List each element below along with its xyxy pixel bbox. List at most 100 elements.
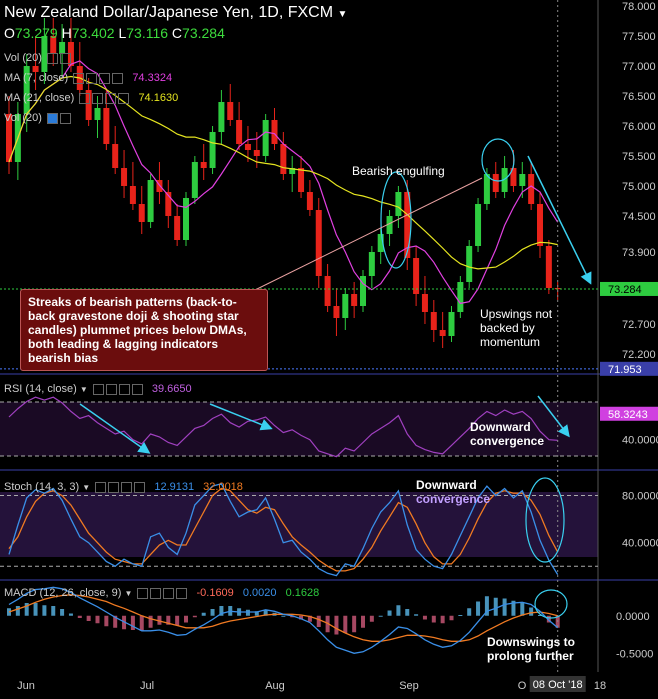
settings-icon[interactable] — [150, 587, 162, 599]
settings-icon[interactable] — [86, 72, 98, 84]
macd-tick-label: 0.0000 — [616, 611, 650, 623]
symbol-title[interactable]: New Zealand Dollar/Japanese Yen, 1D, FXC… — [4, 4, 347, 22]
settings-icon[interactable] — [59, 52, 71, 64]
ma7-value: 74.3324 — [132, 72, 173, 84]
stoch-divergence-label: Downward convergence — [416, 478, 491, 506]
candle-body — [244, 144, 251, 150]
engulfing-label: Bearish engulfing — [352, 164, 445, 178]
x-tick-label: Jul — [140, 680, 154, 692]
add-icon[interactable] — [118, 383, 130, 395]
candle-body — [209, 132, 216, 168]
chevron-down-icon[interactable]: ▼ — [80, 385, 88, 394]
chevron-down-icon[interactable]: ▼ — [338, 9, 348, 20]
vol2-legend[interactable]: Vol (20) — [4, 112, 71, 124]
candle-body — [483, 174, 490, 204]
candle-body — [306, 192, 313, 210]
candle-body — [138, 204, 145, 222]
add-icon[interactable] — [99, 72, 111, 84]
close-icon[interactable] — [131, 383, 143, 395]
macd-histogram-bar — [467, 608, 472, 616]
macd-histogram-bar — [210, 609, 215, 616]
macd-legend[interactable]: MACD (12, 26, close, 9) ▼ -0.1609 0.0020… — [4, 587, 319, 599]
settings-icon[interactable] — [92, 92, 104, 104]
price-tick-label: 78.000 — [622, 1, 656, 13]
macd-signal-value: 0.0020 — [242, 587, 277, 599]
macd-histogram-bar — [343, 615, 348, 633]
macd-histogram-bar — [184, 615, 188, 623]
candle-body — [298, 168, 305, 192]
add-icon[interactable] — [105, 92, 117, 104]
add-icon[interactable] — [121, 481, 133, 493]
macd-histogram-bar — [493, 597, 498, 616]
candle-body — [448, 312, 455, 336]
candle-body — [103, 108, 110, 144]
high-value: 73.402 — [71, 25, 115, 41]
candle-body — [492, 174, 499, 192]
candle-body — [395, 192, 402, 216]
ma7-legend[interactable]: MA (7, close) 74.3324 — [4, 72, 172, 84]
close-icon[interactable] — [112, 72, 124, 84]
upswings-label: Upswings not backed by momentum — [480, 307, 553, 349]
candle-body — [368, 252, 375, 276]
current-date-tag: 08 Oct '18 — [533, 679, 583, 691]
price-tick-label: 75.000 — [622, 181, 656, 193]
close-icon[interactable] — [118, 92, 130, 104]
settings-icon[interactable] — [59, 112, 71, 124]
macd-histogram-bar — [369, 615, 374, 622]
candle-body — [545, 246, 552, 288]
close-icon[interactable] — [134, 481, 146, 493]
candle-body — [439, 330, 446, 336]
candle-body — [183, 198, 189, 240]
rsi-current-tag: 58.3243 — [608, 409, 648, 421]
macd-histogram-bar — [440, 615, 445, 624]
settings-icon[interactable] — [105, 383, 117, 395]
macd-histogram-bar — [361, 615, 365, 628]
candle-body — [457, 282, 464, 312]
candle-body — [466, 246, 473, 282]
macd-histogram-bar — [431, 615, 436, 623]
stoch-band — [0, 492, 598, 557]
x-tick-label: 18 — [594, 680, 606, 692]
visibility-icon[interactable] — [73, 72, 85, 84]
chevron-down-icon[interactable]: ▼ — [124, 589, 132, 598]
candle-body — [129, 186, 136, 204]
settings-icon[interactable] — [108, 481, 120, 493]
open-value: 73.279 — [14, 25, 58, 41]
macd-histogram-bar — [352, 615, 357, 633]
x-tick-label: Jun — [17, 680, 35, 692]
visibility-icon[interactable] — [92, 383, 104, 395]
macd-histogram-bar — [51, 606, 56, 616]
visibility-icon[interactable] — [79, 92, 91, 104]
price-tick-label: 77.500 — [622, 31, 656, 43]
chevron-down-icon[interactable]: ▼ — [82, 483, 90, 492]
visibility-icon[interactable] — [137, 587, 149, 599]
price-tick-label: 75.500 — [622, 151, 656, 163]
price-tick-label: 76.000 — [622, 121, 656, 133]
macd-histogram-bar — [405, 609, 410, 616]
visibility-icon[interactable] — [46, 112, 58, 124]
rsi-legend[interactable]: RSI (14, close) ▼ 39.6650 — [4, 383, 192, 395]
stoch-legend[interactable]: Stoch (14, 3, 3) ▼ 12.9131 32.0018 — [4, 481, 243, 493]
macd-histogram-bar — [281, 615, 286, 617]
candle-body — [280, 144, 287, 174]
visibility-icon[interactable] — [46, 52, 58, 64]
x-tick-label: Sep — [399, 680, 419, 692]
macd-histogram-bar — [192, 615, 197, 618]
candle-body — [537, 204, 543, 246]
add-icon[interactable] — [163, 587, 175, 599]
candle-body — [333, 306, 340, 318]
visibility-icon[interactable] — [95, 481, 107, 493]
close-icon[interactable] — [176, 587, 188, 599]
ma21-legend[interactable]: MA (21, close) 74.1630 — [4, 92, 178, 104]
macd-histogram-bar — [387, 610, 392, 616]
candle-body — [191, 162, 198, 198]
vol-legend[interactable]: Vol (20) — [4, 52, 71, 64]
low-marker-tag: 71.953 — [608, 364, 642, 376]
current-price-tag: 73.284 — [608, 284, 642, 296]
stoch-tick-label: 80.0000 — [622, 491, 658, 503]
macd-histogram-bar — [130, 615, 135, 630]
price-tick-label: 74.500 — [622, 211, 656, 223]
candle-body — [528, 174, 535, 204]
rsi-divergence-label: Downward convergence — [470, 420, 545, 448]
macd-histogram-bar — [414, 614, 419, 616]
